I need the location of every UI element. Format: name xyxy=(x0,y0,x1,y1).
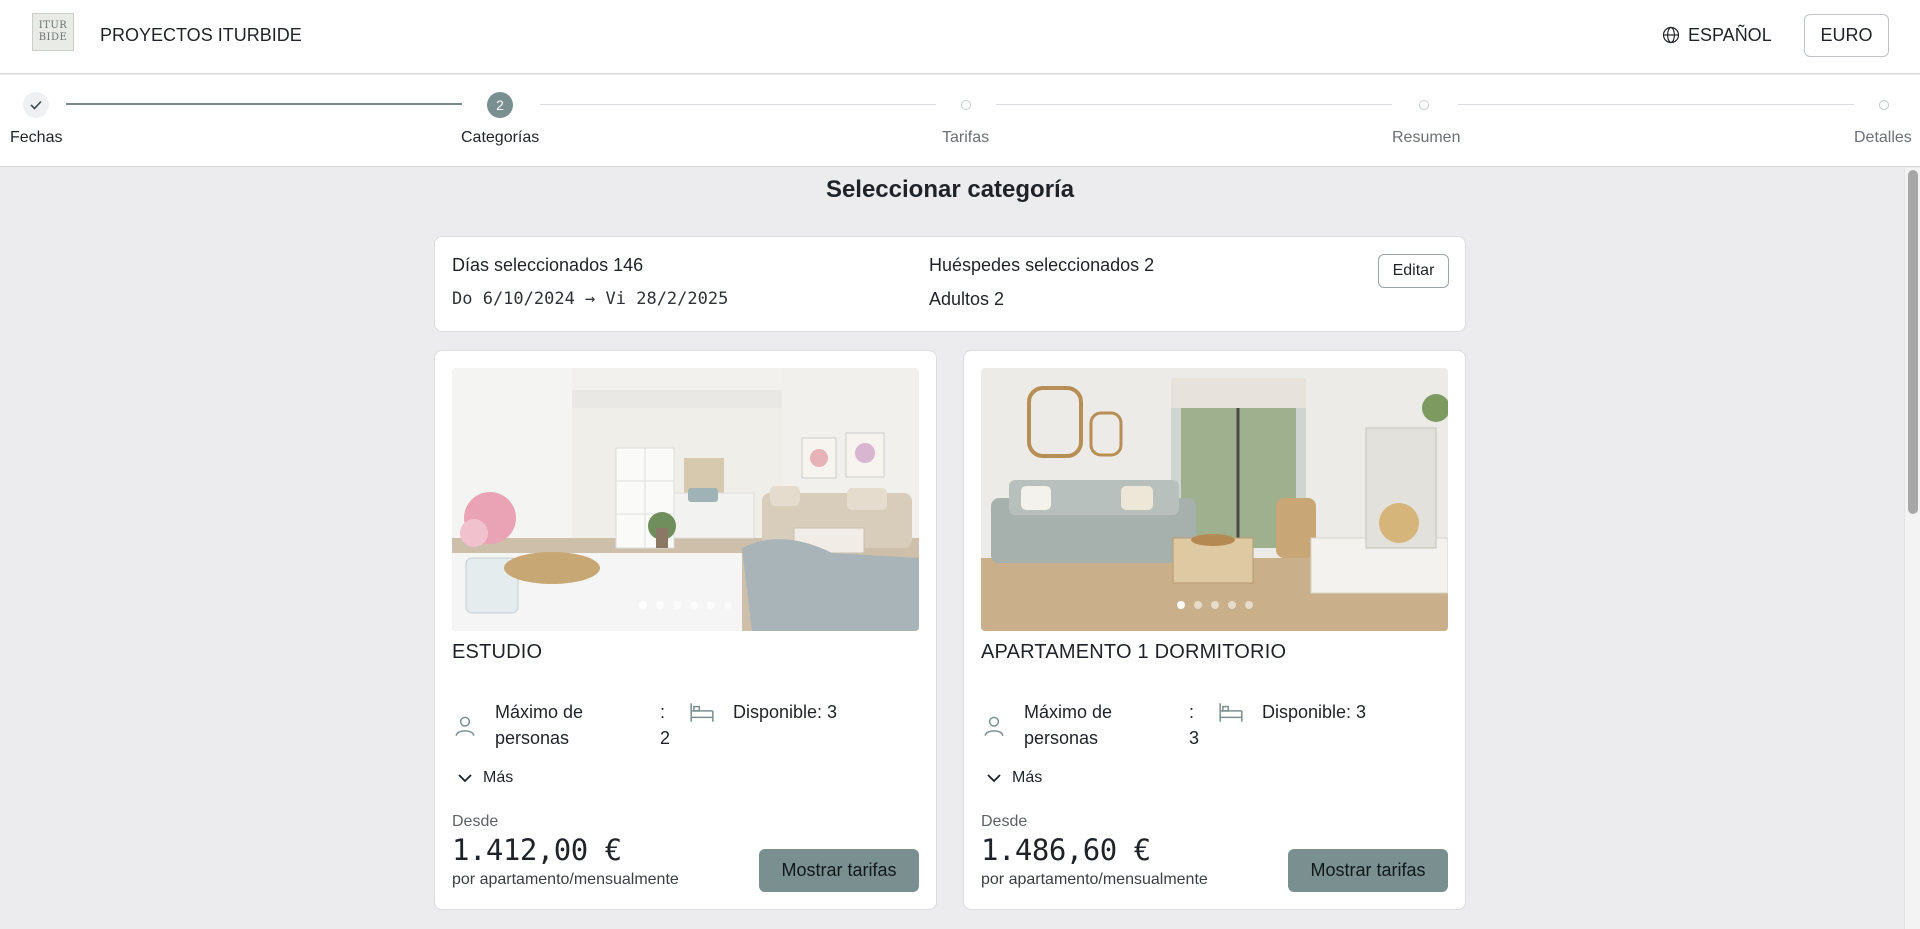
language-label: ESPAÑOL xyxy=(1688,24,1772,45)
step-connector-2 xyxy=(540,104,936,105)
max-persons-label-line2: personas xyxy=(1024,728,1099,748)
step-label-detalles: Detalles xyxy=(1854,129,1912,146)
price-unit: por apartamento/mensualmente xyxy=(981,871,1208,888)
logo-text-line2: BIDE xyxy=(38,32,68,43)
date-range: Do 6/10/2024 → Vi 28/2/2025 xyxy=(452,289,729,309)
check-icon xyxy=(30,100,42,110)
step-connector-3 xyxy=(996,104,1392,105)
show-rates-button[interactable]: Mostrar tarifas xyxy=(759,849,919,892)
apartamento-photo-illustration xyxy=(981,368,1448,631)
carousel-dot[interactable] xyxy=(1227,601,1236,609)
price-value: 1.486,60 € xyxy=(981,833,1151,867)
category-card-apartamento: APARTAMENTO 1 DORMITORIO Máximo de perso… xyxy=(963,350,1466,910)
step-categorias-marker[interactable]: 2 xyxy=(487,92,513,118)
availability: Disponible: 3 xyxy=(733,702,838,722)
currency-button[interactable]: EURO xyxy=(1804,14,1889,57)
chevron-down-icon xyxy=(458,774,472,783)
edit-button[interactable]: Editar xyxy=(1378,254,1449,288)
category-photo[interactable] xyxy=(452,368,919,631)
step-connector-4 xyxy=(1458,104,1854,105)
max-persons-label-line1: Máximo de xyxy=(495,702,584,722)
max-persons-value: 2 xyxy=(660,728,671,748)
selection-summary: Días seleccionados 146 Do 6/10/2024 → Vi… xyxy=(434,236,1466,332)
carousel-dot[interactable] xyxy=(1244,601,1253,609)
step-detalles-marker xyxy=(1879,100,1889,110)
bed-icon xyxy=(690,703,714,722)
max-persons-colon: : xyxy=(1189,702,1195,722)
category-card-estudio: ESTUDIO Máximo de personas : 2 Disponibl… xyxy=(434,350,937,910)
carousel-dots xyxy=(981,601,1448,609)
logo-text-line1: ITUR xyxy=(38,20,68,31)
price-from-label: Desde xyxy=(981,813,1028,830)
page-title: Seleccionar categoría xyxy=(825,176,1075,203)
carousel-dot[interactable] xyxy=(1176,601,1185,609)
category-title: ESTUDIO xyxy=(452,641,543,663)
globe-icon xyxy=(1662,26,1680,44)
max-persons-value: 3 xyxy=(1189,728,1200,748)
more-label: Más xyxy=(1012,769,1043,786)
price-unit: por apartamento/mensualmente xyxy=(452,871,679,888)
chevron-down-icon xyxy=(987,774,1001,783)
carousel-dot[interactable] xyxy=(690,601,698,609)
scrollbar-thumb[interactable] xyxy=(1908,170,1918,514)
person-icon xyxy=(455,716,475,736)
category-title: APARTAMENTO 1 DORMITORIO xyxy=(981,641,1287,663)
max-persons-label-line2: personas xyxy=(495,728,570,748)
carousel-dot[interactable] xyxy=(724,601,732,609)
person-icon xyxy=(984,716,1004,736)
carousel-dot[interactable] xyxy=(707,601,715,609)
brand-logo[interactable]: ITUR BIDE xyxy=(32,13,74,51)
step-label-fechas[interactable]: Fechas xyxy=(10,129,62,147)
more-toggle[interactable]: Más xyxy=(457,769,513,787)
step-label-resumen: Resumen xyxy=(1392,129,1461,146)
days-selected: Días seleccionados 146 xyxy=(452,255,644,275)
adults-count: Adultos 2 xyxy=(929,289,1005,309)
price-from-label: Desde xyxy=(452,813,499,830)
carousel-dots xyxy=(452,601,919,609)
availability: Disponible: 3 xyxy=(1262,702,1367,722)
carousel-dot[interactable] xyxy=(639,601,647,609)
step-label-tarifas: Tarifas xyxy=(942,129,990,146)
category-photo[interactable] xyxy=(981,368,1448,631)
step-label-categorias[interactable]: Categorías xyxy=(461,129,539,147)
language-selector[interactable]: ESPAÑOL xyxy=(1662,21,1772,49)
max-persons-label-line1: Máximo de xyxy=(1024,702,1113,722)
step-resumen-marker xyxy=(1419,100,1429,110)
carousel-dot[interactable] xyxy=(656,601,664,609)
carousel-dot[interactable] xyxy=(1210,601,1219,609)
more-toggle[interactable]: Más xyxy=(986,769,1042,787)
step-tarifas-marker xyxy=(961,100,971,110)
carousel-dot[interactable] xyxy=(1193,601,1202,609)
max-persons-colon: : xyxy=(660,702,666,722)
step-fechas-marker[interactable] xyxy=(23,92,49,118)
step-connector-1 xyxy=(66,103,462,105)
guests-selected: Huéspedes seleccionados 2 xyxy=(929,255,1155,275)
brand-name: PROYECTOS ITURBIDE xyxy=(100,25,302,45)
booking-stepper: 2 Fechas Categorías Tarifas Resumen Deta… xyxy=(0,75,1920,167)
page-scrollbar[interactable] xyxy=(1904,168,1920,929)
carousel-dot[interactable] xyxy=(673,601,681,609)
top-header: ITUR BIDE PROYECTOS ITURBIDE ESPAÑOL EUR… xyxy=(0,0,1920,74)
bed-icon xyxy=(1219,703,1243,722)
show-rates-button[interactable]: Mostrar tarifas xyxy=(1288,849,1448,892)
more-label: Más xyxy=(483,769,514,786)
estudio-photo-illustration xyxy=(452,368,919,631)
price-value: 1.412,00 € xyxy=(452,833,622,867)
